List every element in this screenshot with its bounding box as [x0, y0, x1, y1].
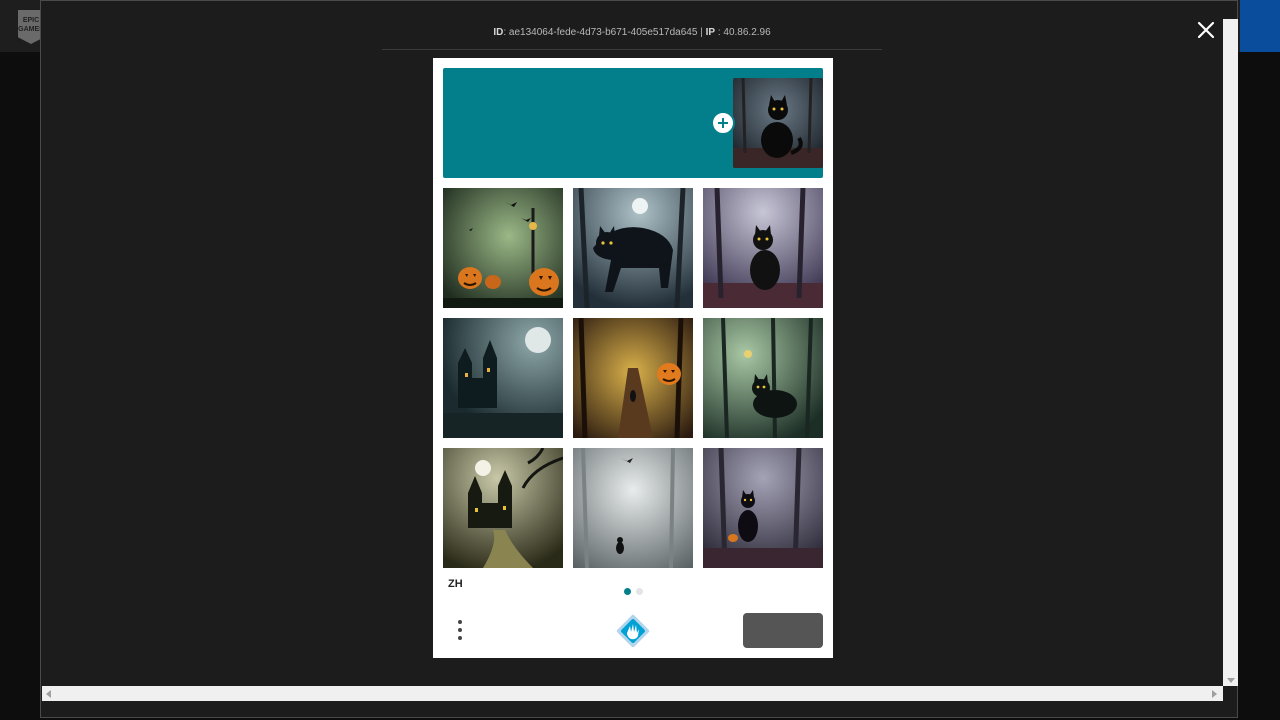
- horizontal-scrollbar[interactable]: [42, 686, 1223, 701]
- prompt-banner: [443, 68, 823, 178]
- ip-label: IP: [705, 27, 716, 38]
- next-button[interactable]: [743, 613, 823, 648]
- challenge-image-9[interactable]: [703, 448, 823, 568]
- more-vertical-icon: [458, 628, 462, 632]
- language-selector[interactable]: ZH: [448, 578, 463, 590]
- challenge-image-3[interactable]: [703, 188, 823, 308]
- scroll-left-arrow-icon[interactable]: [46, 690, 51, 698]
- challenge-image-6[interactable]: [703, 318, 823, 438]
- scroll-right-arrow-icon[interactable]: [1212, 690, 1217, 698]
- session-id-label: ID: [493, 27, 504, 38]
- page-indicator-inactive: [636, 588, 643, 595]
- challenge-image-1[interactable]: [443, 188, 563, 308]
- challenge-image-4[interactable]: [443, 318, 563, 438]
- vertical-scrollbar[interactable]: [1223, 19, 1238, 686]
- background-accent-button: [1240, 0, 1280, 52]
- more-menu-button[interactable]: [455, 618, 467, 646]
- more-vertical-icon: [458, 620, 462, 624]
- divider: [382, 49, 882, 50]
- challenge-image-7[interactable]: [443, 448, 563, 568]
- hcaptcha-icon: [616, 614, 650, 648]
- session-id-value: ae134064-fede-4d73-b671-405e517da645: [508, 27, 698, 38]
- captcha-widget: ZH: [433, 58, 833, 658]
- close-button[interactable]: [1194, 18, 1218, 42]
- challenge-image-2[interactable]: [573, 188, 693, 308]
- scroll-down-arrow-icon[interactable]: [1227, 678, 1235, 683]
- session-info: ID: ae134064-fede-4d73-b671-405e517da645…: [493, 27, 771, 38]
- page-indicator-active: [624, 588, 631, 595]
- challenge-image-5[interactable]: [573, 318, 693, 438]
- session-separator: |: [700, 27, 703, 38]
- challenge-image-8[interactable]: [573, 448, 693, 568]
- ip-value: 40.86.2.96: [723, 27, 771, 38]
- sample-image: [733, 78, 823, 168]
- add-example-button[interactable]: [711, 111, 735, 135]
- more-vertical-icon: [458, 636, 462, 640]
- close-icon[interactable]: [1194, 18, 1218, 42]
